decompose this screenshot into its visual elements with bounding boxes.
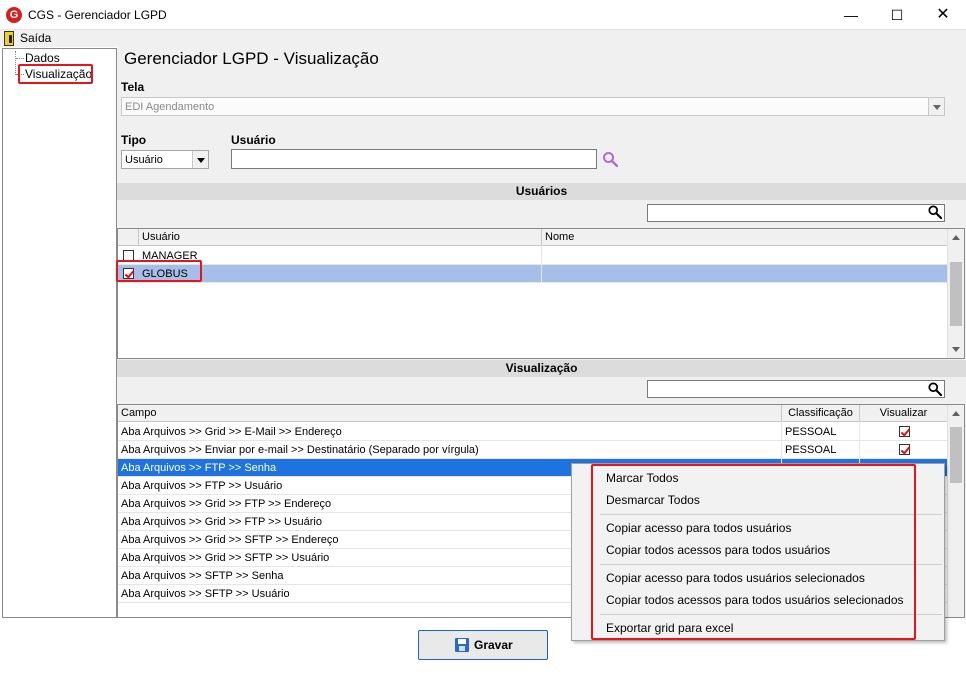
header-classificacao[interactable]: Classificação [782, 405, 860, 422]
visualizar-checkbox[interactable] [899, 444, 910, 455]
header-usuario[interactable]: Usuário [139, 229, 542, 246]
chevron-down-icon[interactable] [192, 151, 208, 168]
app-logo-icon: G [6, 7, 22, 23]
usuario-label: Usuário [231, 133, 276, 147]
exit-door-icon[interactable] [4, 31, 14, 46]
visualizar-checkbox[interactable] [899, 426, 910, 437]
tela-label: Tela [121, 80, 145, 94]
scroll-up-icon[interactable] [952, 235, 960, 240]
tela-select[interactable]: EDI Agendamento [121, 97, 945, 116]
view-grid-header: Campo Classificação Visualizar [118, 405, 948, 422]
tree-connector [15, 51, 16, 75]
search-icon[interactable] [928, 382, 942, 396]
cell-campo: Aba Arquivos >> Enviar por e-mail >> Des… [118, 441, 782, 459]
users-grid: Usuário Nome MANAGER GLOBUS [117, 228, 965, 359]
users-scrollbar[interactable] [947, 229, 964, 358]
search-icon[interactable] [928, 205, 942, 219]
cell-nome [542, 265, 948, 283]
floppy-disk-icon [455, 638, 469, 652]
view-section-header: Visualização [117, 360, 966, 377]
view-scrollbar[interactable] [947, 405, 964, 617]
header-campo[interactable]: Campo [118, 405, 782, 422]
tipo-select-value: Usuário [125, 154, 163, 166]
header-nome[interactable]: Nome [542, 229, 948, 246]
header-visualizar[interactable]: Visualizar [860, 405, 948, 422]
header-checkbox-column [118, 229, 139, 246]
cell-visualizar [860, 423, 948, 441]
table-row[interactable]: MANAGER [118, 247, 948, 265]
scroll-up-icon[interactable] [952, 411, 960, 416]
tree-item-dados[interactable]: Dados [25, 51, 60, 65]
save-button-label: Gravar [474, 638, 513, 652]
cell-classificacao: PESSOAL [782, 423, 860, 441]
cell-campo: Aba Arquivos >> Grid >> E-Mail >> Endere… [118, 423, 782, 441]
scroll-thumb[interactable] [950, 262, 962, 326]
highlight-box [18, 64, 93, 84]
scroll-down-icon[interactable] [952, 347, 960, 352]
menu-exit[interactable]: Saída [20, 31, 51, 45]
search-icon[interactable] [602, 151, 618, 167]
navigation-tree: Dados Visualização [2, 48, 117, 618]
tree-connector [16, 58, 24, 59]
view-filter-input[interactable] [647, 380, 945, 398]
table-row[interactable]: GLOBUS [118, 265, 948, 283]
cell-classificacao: PESSOAL [782, 441, 860, 459]
usuario-input[interactable] [231, 149, 597, 169]
users-grid-header: Usuário Nome [118, 229, 948, 246]
minimize-button[interactable]: — [828, 0, 874, 30]
users-filter-input[interactable] [647, 204, 945, 222]
title-bar: G CGS - Gerenciador LGPD — ☐ ✕ [0, 0, 966, 30]
cell-visualizar [860, 441, 948, 459]
users-section-header: Usuários [117, 183, 966, 200]
highlight-box [591, 464, 916, 640]
maximize-button[interactable]: ☐ [874, 0, 920, 30]
highlight-box [116, 260, 202, 282]
table-row[interactable]: Aba Arquivos >> Grid >> E-Mail >> Endere… [118, 423, 948, 441]
menu-bar: Saída [0, 30, 966, 47]
table-row[interactable]: Aba Arquivos >> Enviar por e-mail >> Des… [118, 441, 948, 459]
chevron-down-icon[interactable] [928, 98, 944, 115]
cell-nome [542, 247, 948, 265]
save-button[interactable]: Gravar [418, 630, 548, 660]
tipo-select[interactable]: Usuário [121, 150, 209, 169]
window-title: CGS - Gerenciador LGPD [28, 8, 167, 22]
tipo-label: Tipo [121, 133, 147, 147]
page-title: Gerenciador LGPD - Visualização [124, 49, 379, 68]
tela-select-value: EDI Agendamento [125, 101, 215, 113]
scroll-thumb[interactable] [950, 427, 962, 483]
close-button[interactable]: ✕ [920, 0, 966, 30]
